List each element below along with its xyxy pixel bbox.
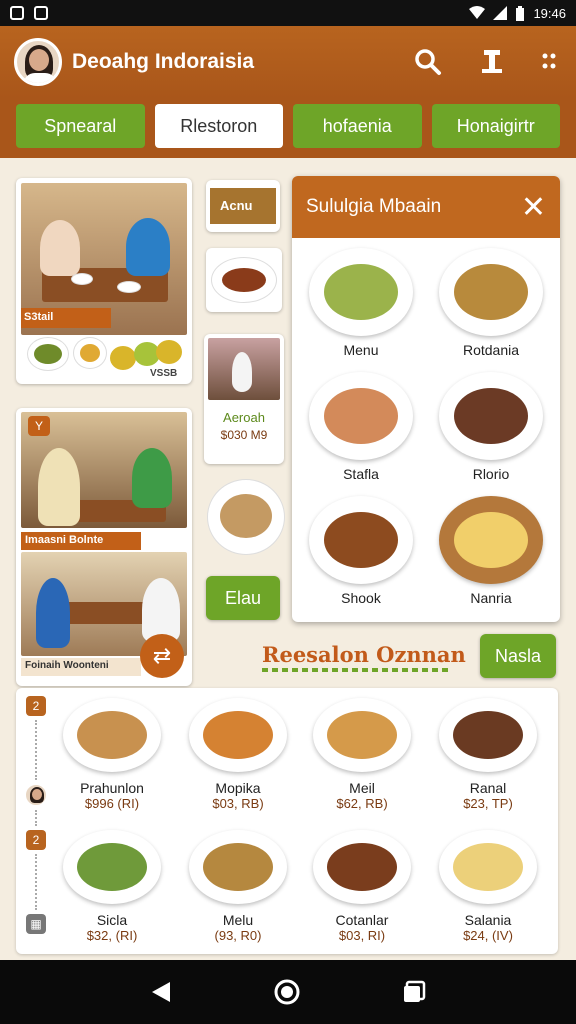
home-icon[interactable] <box>273 978 301 1006</box>
battery-icon <box>516 5 525 21</box>
section-underline <box>262 668 452 672</box>
photo-badge-1: VSSB <box>150 368 178 379</box>
dish-item[interactable]: Sicla $32, (RI) <box>52 830 172 943</box>
dish-item[interactable]: Meil $62, RB) <box>302 698 422 811</box>
menu-modal: Sululgia Mbaain ✕ Menu Rotdania Stafla R… <box>292 176 560 622</box>
dish-item[interactable]: Ranal $23, TP) <box>428 698 548 811</box>
thumb-menu-label: Acnu <box>220 198 253 213</box>
more-options-icon[interactable] <box>542 51 556 73</box>
view-button[interactable]: Elau <box>206 576 280 620</box>
thumb-dish-2[interactable] <box>208 480 284 554</box>
signal-icon <box>493 6 508 20</box>
calendar-icon[interactable]: ▦ <box>26 914 46 934</box>
dish-item[interactable]: Salania $24, (IV) <box>428 830 548 943</box>
image-notification-icon <box>34 6 48 20</box>
dish-list: 2 2 ▦ Prahunlon $996 (RI) Mopika $03, RB) … <box>16 688 558 954</box>
recents-icon[interactable] <box>402 980 426 1004</box>
tab-hofaenia[interactable]: hofaenia <box>293 104 422 148</box>
dish-item[interactable]: Melu (93, R0) <box>178 830 298 943</box>
avatar[interactable] <box>14 38 62 86</box>
restaurant-photo-1[interactable]: S3tail VSSB <box>16 178 192 384</box>
app-bar: Deoahg Indoraisia <box>0 26 576 98</box>
photo-caption-3: Foinaih Woonteni <box>21 658 141 676</box>
app-title: Deoahg Indoraisia <box>72 50 255 73</box>
back-icon[interactable] <box>150 980 172 1004</box>
system-nav-bar <box>0 960 576 1024</box>
status-time: 19:46 <box>533 5 566 21</box>
search-icon[interactable] <box>414 48 442 76</box>
modal-title: Sululgia Mbaain <box>306 196 442 217</box>
main-content: S3tail VSSB Y Imaasni Bolnte Foinaih Woo… <box>0 158 576 960</box>
dish-item[interactable]: Prahunlon $996 (RI) <box>52 698 172 811</box>
modal-item-stafla[interactable]: Stafla <box>296 372 426 496</box>
photo-caption-1: S3tail <box>21 308 111 328</box>
modal-item-nanria[interactable]: Nanria <box>426 496 556 620</box>
thumb-price: $030 M9 <box>220 428 268 442</box>
modal-item-shook[interactable]: Shook <box>296 496 426 620</box>
section-button[interactable]: Nasla <box>480 634 556 678</box>
dish-item[interactable]: Cotanlar $03, RI) <box>302 830 422 943</box>
thumb-dish-1[interactable] <box>206 248 282 312</box>
status-bar: 19:46 <box>0 0 576 26</box>
thumb-menu[interactable]: Acnu <box>206 180 280 232</box>
thumb-title: Aeroah <box>223 410 265 425</box>
tab-spnearal[interactable]: Spnearal <box>16 104 145 148</box>
modal-item-rotdania[interactable]: Rotdania <box>426 248 556 372</box>
camera-notification-icon <box>10 6 24 20</box>
share-icon[interactable]: ⇄ <box>140 634 184 678</box>
restaurant-photo-2[interactable]: Y Imaasni Bolnte Foinaih Woonteni ⇄ <box>16 408 192 686</box>
small-avatar[interactable] <box>25 784 47 806</box>
close-icon[interactable]: ✕ <box>521 190 546 225</box>
dish-item[interactable]: Mopika $03, RB) <box>178 698 298 811</box>
restaurant-icon[interactable] <box>480 48 504 76</box>
thumb-waiter[interactable]: Aeroah $030 M9 <box>204 334 284 464</box>
tab-honaigirtr[interactable]: Honaigirtr <box>431 104 560 148</box>
tab-rlestoron[interactable]: Rlestoron <box>154 104 283 148</box>
wifi-icon <box>469 6 486 19</box>
row-badge-1: 2 <box>26 696 46 716</box>
row-badge-2: 2 <box>26 830 46 850</box>
modal-item-rlorio[interactable]: Rlorio <box>426 372 556 496</box>
photo-badge-2: Y <box>28 416 50 436</box>
photo-caption-2: Imaasni Bolnte <box>21 532 141 550</box>
modal-item-menu[interactable]: Menu <box>296 248 426 372</box>
category-tabs: Spnearal Rlestoron hofaenia Honaigirtr <box>0 98 576 158</box>
section-title: Reesalon Oznnan <box>262 642 466 667</box>
